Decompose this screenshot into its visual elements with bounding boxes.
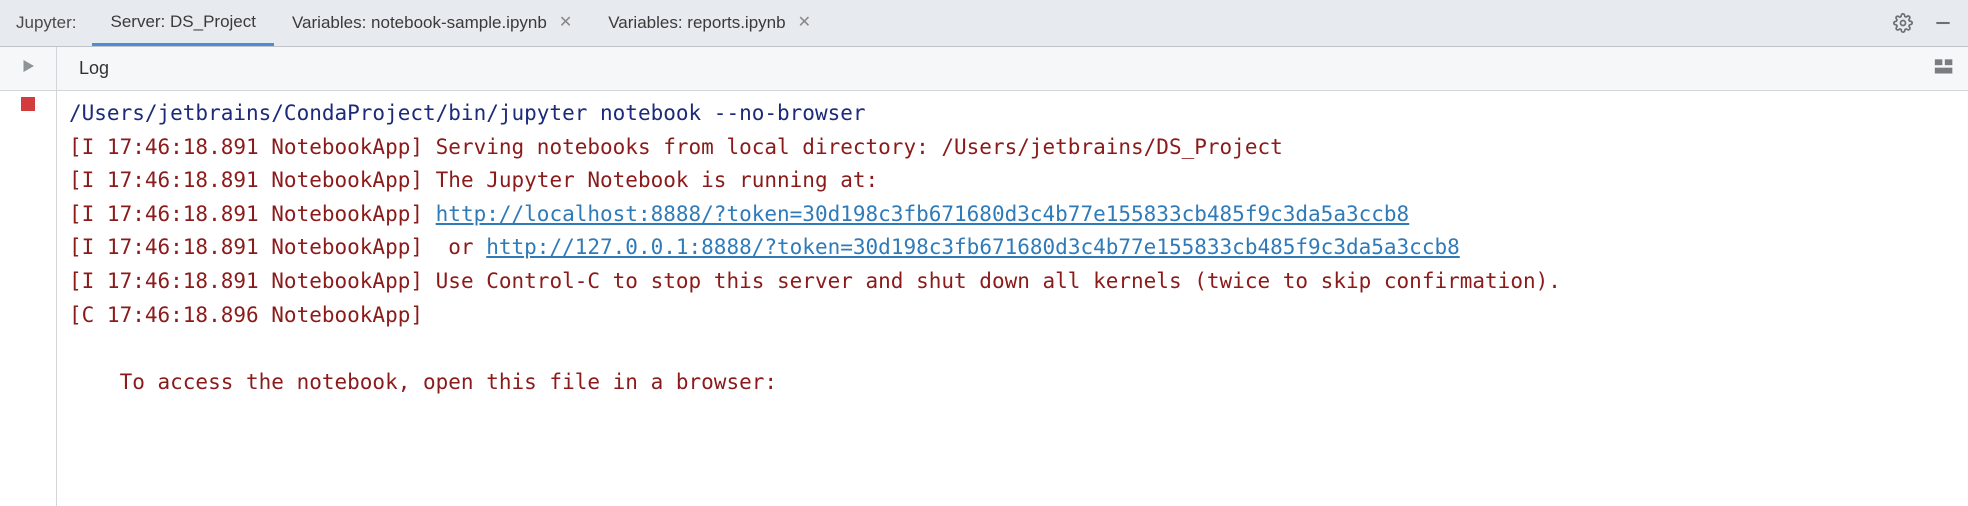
log-line: [I 17:46:18.891 NotebookApp] Use Control… — [69, 269, 1561, 293]
log-line: [I 17:46:18.891 NotebookApp] or http://1… — [69, 235, 1460, 259]
content-row: /Users/jetbrains/CondaProject/bin/jupyte… — [0, 91, 1968, 506]
toolbar-row: Log — [0, 47, 1968, 91]
log-line — [69, 336, 82, 360]
play-icon[interactable] — [19, 57, 37, 75]
tab-bar: Jupyter: Server: DS_Project Variables: n… — [0, 0, 1968, 47]
log-output[interactable]: /Users/jetbrains/CondaProject/bin/jupyte… — [56, 91, 1968, 506]
log-link[interactable]: http://127.0.0.1:8888/?token=30d198c3fb6… — [486, 235, 1460, 259]
layout-icon[interactable] — [1934, 57, 1968, 80]
jupyter-label: Jupyter: — [0, 0, 92, 46]
log-line: [I 17:46:18.891 NotebookApp] The Jupyter… — [69, 168, 878, 192]
stop-icon[interactable] — [21, 97, 35, 111]
tab-controls — [1892, 0, 1968, 46]
tab-label: Variables: reports.ipynb — [608, 13, 785, 33]
tab-variables-reports[interactable]: Variables: reports.ipynb ✕ — [590, 0, 829, 46]
log-link[interactable]: http://localhost:8888/?token=30d198c3fb6… — [436, 202, 1410, 226]
tab-label: Server: DS_Project — [110, 12, 256, 32]
log-line: [I 17:46:18.891 NotebookApp] http://loca… — [69, 202, 1409, 226]
tab-label: Variables: notebook-sample.ipynb — [292, 13, 547, 33]
log-tail: To access the notebook, open this file i… — [69, 370, 777, 394]
log-header: Log — [56, 47, 1968, 90]
log-command: /Users/jetbrains/CondaProject/bin/jupyte… — [69, 101, 866, 125]
left-gutter — [0, 91, 56, 506]
close-icon[interactable]: ✕ — [559, 15, 572, 31]
left-gutter-top — [0, 47, 56, 90]
tab-server[interactable]: Server: DS_Project — [92, 0, 274, 46]
tab-variables-notebook-sample[interactable]: Variables: notebook-sample.ipynb ✕ — [274, 0, 590, 46]
log-line: [I 17:46:18.891 NotebookApp] Serving not… — [69, 135, 1283, 159]
log-title: Log — [79, 58, 109, 79]
minimize-icon[interactable] — [1932, 12, 1954, 34]
gear-icon[interactable] — [1892, 12, 1914, 34]
close-icon[interactable]: ✕ — [798, 15, 811, 31]
log-line: [C 17:46:18.896 NotebookApp] — [69, 303, 423, 327]
